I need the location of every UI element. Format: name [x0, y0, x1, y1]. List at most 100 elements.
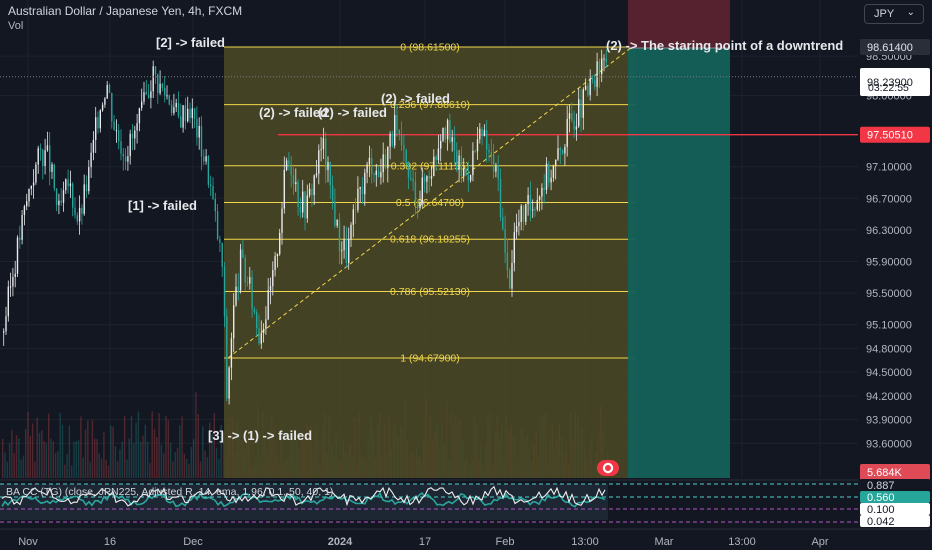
candle-body: [469, 175, 472, 181]
candle-body: [166, 95, 168, 97]
candle-body: [295, 182, 297, 185]
volume-bar: [103, 431, 105, 478]
candle-body: [85, 184, 88, 192]
volume-bar: [8, 443, 11, 478]
candle-body: [573, 120, 575, 130]
candle-body: [463, 167, 465, 176]
volume-bar: [146, 441, 149, 478]
time-axis[interactable]: Nov 16 Dec 2024 17 Feb 13:00 Mar 13:00 Apr: [0, 528, 932, 548]
time-tick-label: Mar: [655, 536, 674, 548]
volume-bar: [133, 443, 135, 478]
candle-body: [58, 200, 60, 206]
countdown-label: 03:22:55: [868, 82, 909, 94]
candle-body: [74, 207, 76, 215]
candle-body: [210, 184, 212, 187]
candle-body: [350, 224, 352, 240]
volume-bar: [121, 441, 123, 478]
candle-body: [472, 150, 474, 176]
candle-body: [334, 201, 336, 226]
price-tick-label: 95.50000: [866, 288, 912, 300]
candle-body: [193, 108, 196, 119]
candle-body: [359, 187, 361, 189]
volume-bar: [153, 428, 156, 478]
candle-body: [474, 150, 476, 152]
price-tick-label: 96.70000: [866, 193, 912, 205]
candle-body: [143, 92, 145, 102]
candle-body: [391, 133, 394, 146]
candle-body: [568, 113, 571, 119]
candle-body: [23, 206, 26, 215]
candle-body: [456, 150, 458, 170]
candle-body: [311, 188, 313, 196]
candle-body: [497, 165, 499, 180]
candle-body: [164, 87, 166, 96]
take-profit-zone[interactable]: [628, 48, 730, 478]
candle-body: [44, 150, 46, 167]
time-tick-label: 16: [104, 536, 116, 548]
volume-bar: [126, 459, 128, 478]
volume-bar: [142, 435, 144, 478]
price-tick-label: 94.20000: [866, 391, 912, 403]
volume-bar: [190, 447, 192, 478]
candle-body: [520, 205, 522, 222]
candle-body: [69, 183, 72, 187]
volume-bar: [22, 455, 25, 478]
candle-body: [154, 66, 157, 75]
candle-body: [88, 167, 90, 192]
candle-body: [180, 116, 182, 128]
candle-body: [214, 199, 216, 212]
candle-body: [582, 89, 584, 118]
candle-body: [145, 92, 147, 95]
candle-body: [147, 94, 150, 98]
volume-bar: [176, 447, 179, 478]
candle-body: [435, 156, 437, 161]
candle-body: [564, 146, 566, 154]
candle-body: [191, 108, 193, 119]
candle-body: [460, 155, 463, 176]
candle-body: [486, 130, 488, 150]
candle-body: [274, 256, 276, 271]
price-axis[interactable]: 98.5000098.0000097.1000096.7000096.30000…: [858, 0, 932, 550]
oscillator-level-badge: 0.560: [867, 492, 895, 504]
candle-body: [414, 181, 417, 205]
candle-body: [283, 169, 285, 209]
candle-body: [281, 208, 283, 233]
candle-body: [244, 257, 246, 283]
candle-body: [451, 137, 453, 142]
volume-bar: [91, 420, 94, 478]
currency-label: JPY: [874, 8, 895, 20]
currency-selector[interactable]: JPY ⌄: [864, 4, 924, 24]
candle-body: [543, 187, 545, 190]
candle-body: [76, 214, 78, 222]
volume-bar: [172, 461, 174, 478]
time-tick-label: 13:00: [728, 536, 756, 548]
volume-bar: [50, 438, 52, 478]
candle-body: [239, 249, 242, 291]
volume-bar: [4, 452, 6, 478]
time-tick-label: Feb: [496, 536, 515, 548]
volume-bar: [169, 443, 172, 478]
time-tick-label: Apr: [811, 536, 828, 548]
price-chart[interactable]: 0 (98.61500)0.236 (97.88610)0.382 (97.11…: [0, 0, 932, 550]
volume-bar: [52, 441, 54, 478]
candle-body: [545, 163, 548, 190]
volume-bar: [130, 415, 133, 478]
candle-body: [499, 179, 502, 218]
candle-body: [589, 78, 591, 96]
fib-level-label: 0.618 (96.18255): [390, 234, 470, 246]
candle-body: [81, 207, 83, 214]
candle-body: [175, 102, 177, 108]
volume-bar: [181, 416, 183, 478]
candle-body: [262, 328, 265, 334]
record-icon[interactable]: [597, 460, 619, 476]
candle-body: [297, 182, 299, 208]
volume-bar: [87, 420, 89, 478]
candle-body: [9, 286, 12, 288]
candle-body: [509, 270, 511, 289]
candle-body: [251, 277, 253, 310]
candle-body: [5, 316, 7, 332]
candle-body: [361, 187, 364, 195]
volume-bar: [128, 438, 130, 478]
candle-body: [341, 250, 343, 252]
candle-body: [433, 156, 435, 177]
